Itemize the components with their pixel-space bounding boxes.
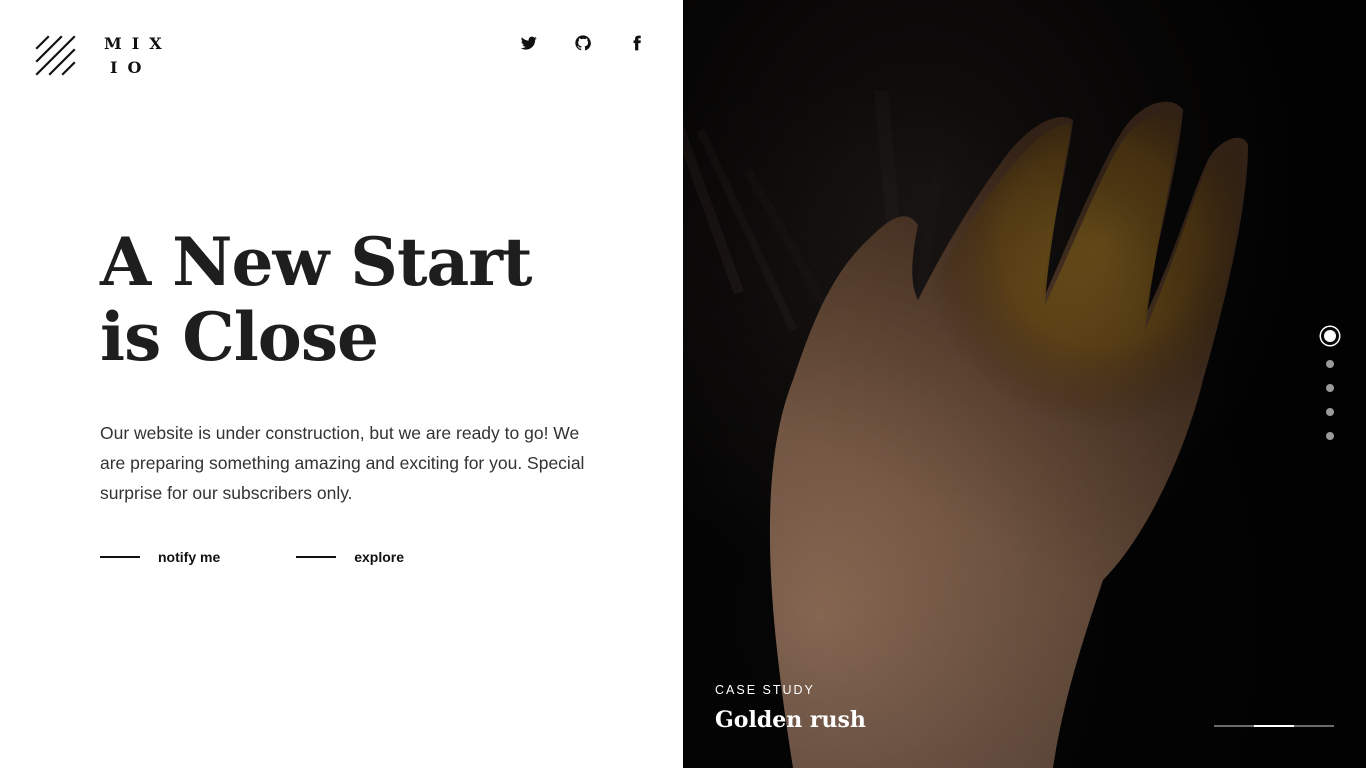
case-study-label: CASE STUDY bbox=[715, 683, 815, 697]
content-panel: MIX IO A New Start is Close Our website … bbox=[0, 0, 683, 768]
slide-dot-1[interactable] bbox=[1324, 330, 1336, 342]
case-study-title[interactable]: Golden rush bbox=[715, 707, 866, 733]
coming-soon-page: MIX IO A New Start is Close Our website … bbox=[0, 0, 1366, 768]
logo-line-2: IO bbox=[110, 58, 152, 77]
github-link[interactable] bbox=[573, 33, 593, 53]
slide-dot-5[interactable] bbox=[1326, 432, 1334, 440]
slide-dot-2[interactable] bbox=[1326, 360, 1334, 368]
hero-title-line-1: A New Start bbox=[100, 223, 532, 301]
social-links bbox=[519, 33, 647, 53]
hero-title-line-2: is Close bbox=[100, 298, 379, 376]
diagonal-stripes-logo-icon bbox=[35, 35, 76, 76]
explore-label: explore bbox=[354, 549, 405, 565]
slider-panel: CASE STUDY Golden rush bbox=[683, 0, 1366, 768]
case-study-caption: CASE STUDY Golden rush bbox=[715, 683, 866, 733]
facebook-icon bbox=[633, 35, 641, 51]
notify-line-decoration bbox=[100, 556, 140, 558]
notify-me-link[interactable]: notify me bbox=[100, 549, 220, 565]
logo-line-1: MIX bbox=[104, 34, 172, 53]
logo-wordmark: MIX IO bbox=[104, 32, 172, 80]
slide-pagination bbox=[1324, 326, 1336, 448]
explore-link[interactable]: explore bbox=[296, 549, 404, 565]
golden-hand-photo bbox=[683, 0, 1366, 768]
explore-line-decoration bbox=[296, 556, 337, 558]
slide-dot-4[interactable] bbox=[1326, 408, 1334, 416]
slide-progress-fill bbox=[1254, 725, 1294, 727]
slide-progress-bar bbox=[1214, 725, 1334, 727]
slide-dot-3[interactable] bbox=[1326, 384, 1334, 392]
twitter-link[interactable] bbox=[519, 33, 539, 53]
hero-title: A New Start is Close bbox=[100, 223, 532, 376]
notify-me-label: notify me bbox=[158, 549, 221, 565]
facebook-link[interactable] bbox=[627, 33, 647, 53]
github-icon bbox=[575, 35, 591, 51]
hero-actions: notify me explore bbox=[100, 549, 404, 565]
hero-description: Our website is under construction, but w… bbox=[100, 423, 585, 503]
twitter-icon bbox=[521, 36, 537, 50]
brand-logo[interactable]: MIX IO bbox=[35, 32, 172, 80]
